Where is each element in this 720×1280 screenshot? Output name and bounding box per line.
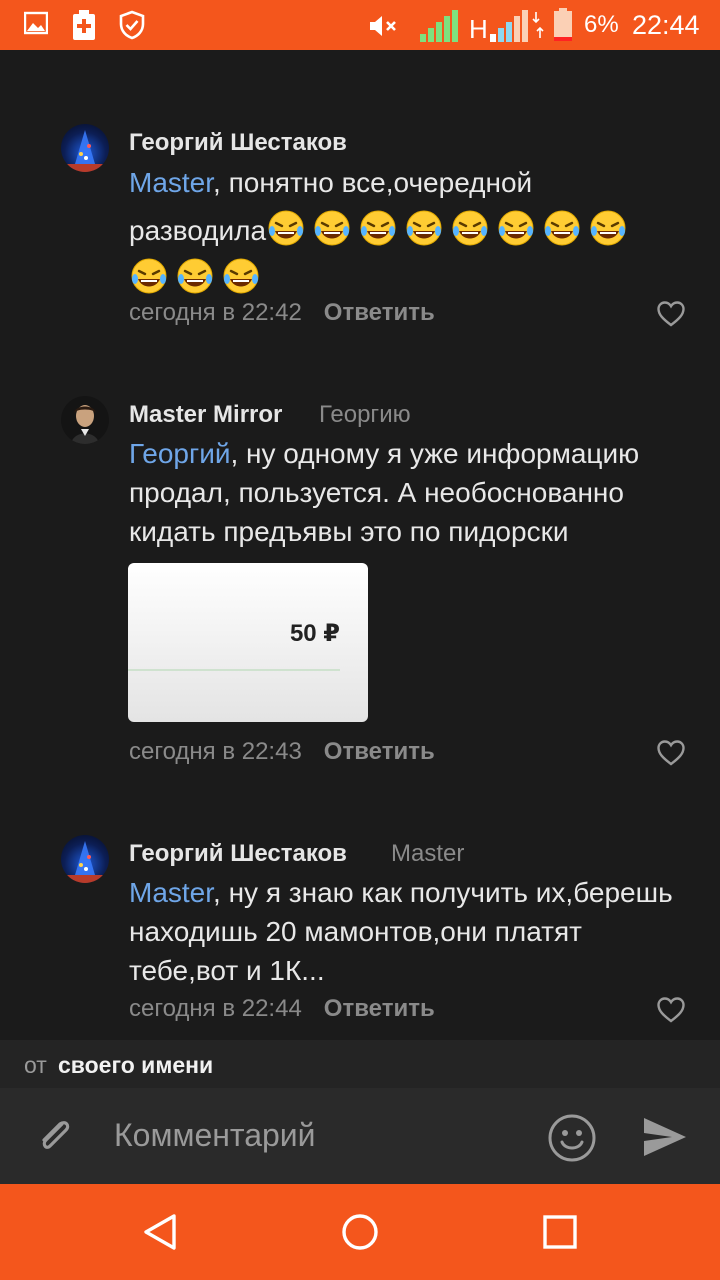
comment-text-line: разводила bbox=[129, 215, 267, 246]
emoji-group bbox=[129, 256, 689, 298]
comment-author[interactable]: Master Mirror bbox=[129, 401, 282, 429]
like-heart-icon[interactable] bbox=[656, 739, 686, 767]
comment-text-line: , понятно все,очередной bbox=[213, 167, 533, 198]
mention-link[interactable]: Георгий bbox=[129, 438, 231, 469]
christmas-tree-photo bbox=[61, 130, 109, 172]
rofl-emoji-icon bbox=[266, 208, 306, 248]
portrait-photo bbox=[71, 405, 99, 444]
post-as-value[interactable]: своего имени bbox=[58, 1052, 213, 1079]
avatar[interactable] bbox=[61, 396, 109, 444]
emoji-group bbox=[266, 210, 634, 246]
network-type: H bbox=[469, 14, 488, 44]
mention-link[interactable]: Master bbox=[129, 877, 213, 908]
comment-composer: Комментарий bbox=[0, 1088, 720, 1184]
recent-apps-icon[interactable] bbox=[541, 1213, 579, 1251]
comment-time: сегодня в 22:44 bbox=[129, 995, 302, 1022]
rofl-emoji-icon bbox=[175, 256, 215, 296]
attachment-divider bbox=[128, 669, 340, 671]
comment-text: Master, ну я знаю как получить их,берешь… bbox=[129, 873, 689, 990]
clock: 22:44 bbox=[632, 10, 700, 40]
paperclip-icon[interactable] bbox=[32, 1112, 80, 1160]
smiley-icon[interactable] bbox=[546, 1112, 598, 1164]
reply-button[interactable]: Ответить bbox=[324, 299, 435, 326]
shield-check-icon bbox=[119, 10, 145, 40]
home-icon[interactable] bbox=[340, 1212, 380, 1252]
attachment-image[interactable]: 50 ₽ bbox=[128, 563, 368, 722]
avatar[interactable] bbox=[61, 835, 109, 883]
comment-text: Георгий, ну одному я уже информацию прод… bbox=[129, 434, 689, 551]
comment-time: сегодня в 22:42 bbox=[129, 299, 302, 326]
comments-feed[interactable]: Георгий Шестаков Master, понятно все,оче… bbox=[0, 50, 720, 1040]
rofl-emoji-icon bbox=[496, 208, 536, 248]
like-heart-icon[interactable] bbox=[656, 996, 686, 1024]
comment-text: Master, понятно все,очередной разводила bbox=[129, 163, 689, 298]
post-as-selector[interactable]: от своего имени bbox=[0, 1040, 720, 1088]
comment-author[interactable]: Георгий Шестаков bbox=[129, 840, 347, 868]
status-bar: H 6% 22:44 bbox=[0, 0, 720, 50]
comment-author[interactable]: Георгий Шестаков bbox=[129, 129, 347, 157]
mention-link[interactable]: Master bbox=[129, 167, 213, 198]
data-signal-icon bbox=[490, 10, 544, 42]
comment-meta: сегодня в 22:43 Ответить bbox=[129, 738, 435, 766]
rofl-emoji-icon bbox=[312, 208, 352, 248]
post-as-label: от bbox=[24, 1052, 47, 1078]
reply-button[interactable]: Ответить bbox=[324, 995, 435, 1022]
reply-button[interactable]: Ответить bbox=[324, 738, 435, 765]
back-icon[interactable] bbox=[140, 1212, 180, 1252]
comment-time: сегодня в 22:43 bbox=[129, 738, 302, 765]
rofl-emoji-icon bbox=[404, 208, 444, 248]
avatar[interactable] bbox=[61, 124, 109, 172]
comment-input[interactable]: Комментарий bbox=[114, 1117, 316, 1154]
rofl-emoji-icon bbox=[542, 208, 582, 248]
reply-to-label[interactable]: Георгию bbox=[319, 401, 411, 429]
attachment-price: 50 ₽ bbox=[289, 620, 340, 647]
reply-to-label[interactable]: Master bbox=[391, 840, 464, 868]
comment-meta: сегодня в 22:44 Ответить bbox=[129, 995, 435, 1023]
comment-meta: сегодня в 22:42 Ответить bbox=[129, 299, 435, 327]
rofl-emoji-icon bbox=[221, 256, 261, 296]
rofl-emoji-icon bbox=[450, 208, 490, 248]
like-heart-icon[interactable] bbox=[656, 300, 686, 328]
mute-icon bbox=[370, 16, 396, 36]
battery-icon bbox=[554, 8, 572, 41]
image-icon bbox=[24, 11, 48, 35]
rofl-emoji-icon bbox=[588, 208, 628, 248]
send-icon[interactable] bbox=[642, 1116, 688, 1158]
rofl-emoji-icon bbox=[129, 256, 169, 296]
battery-plus-icon bbox=[73, 10, 95, 40]
system-navigation-bar bbox=[0, 1184, 720, 1280]
battery-percent: 6% bbox=[584, 11, 619, 38]
christmas-tree-photo bbox=[61, 841, 109, 883]
rofl-emoji-icon bbox=[358, 208, 398, 248]
signal-icon bbox=[420, 10, 458, 42]
